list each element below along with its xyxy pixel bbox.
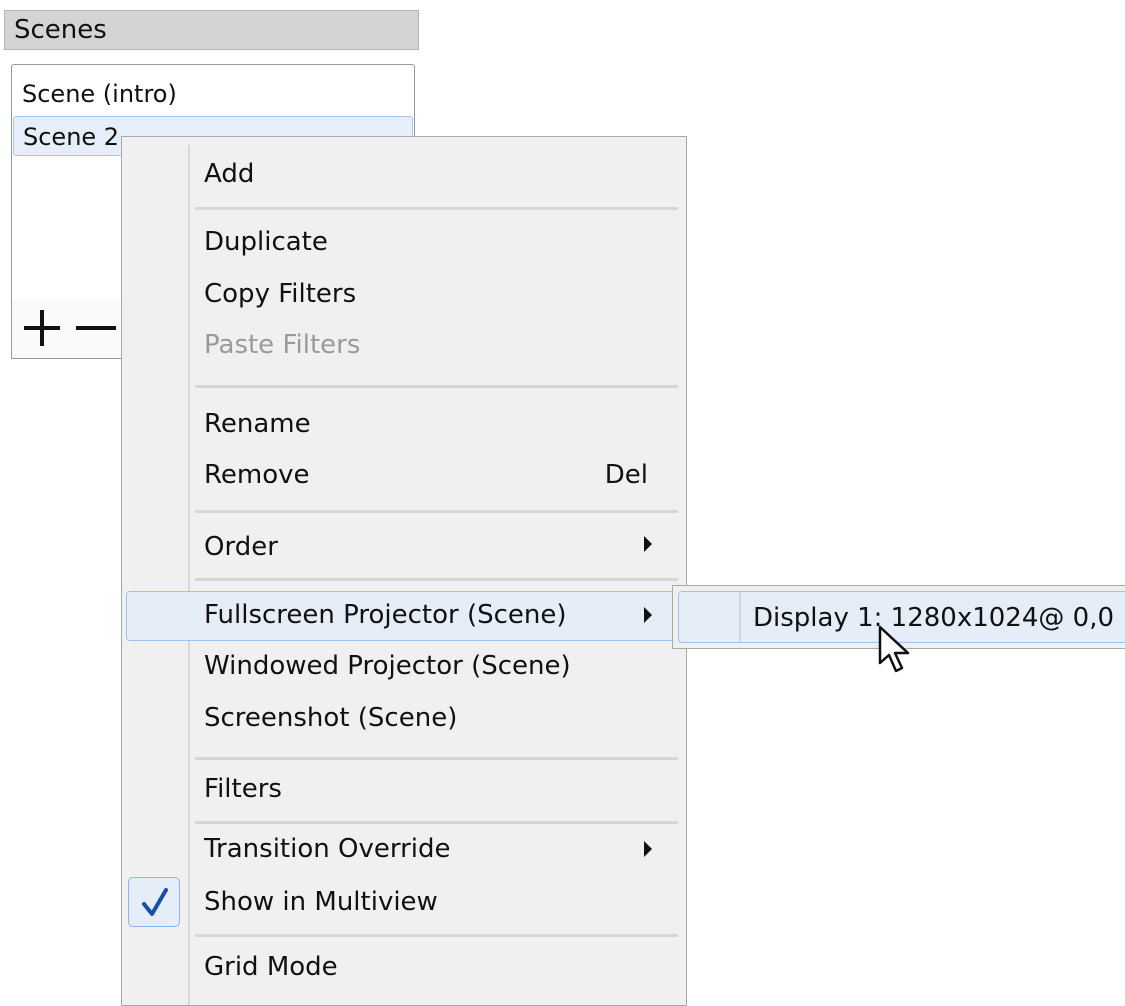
submenu-item-display-1[interactable]: Display 1: 1280x1024@ 0,0 (753, 603, 1114, 633)
menu-item-duplicate[interactable]: Duplicate (204, 227, 648, 257)
fullscreen-projector-submenu-arrow-icon (644, 607, 652, 623)
menu-gutter (188, 145, 190, 1005)
plus-icon (24, 310, 60, 346)
menu-separator (195, 821, 678, 824)
menu-item-remove[interactable]: Remove Del (204, 460, 648, 490)
transition-override-submenu-arrow-icon (644, 841, 652, 857)
add-scene-button[interactable] (16, 300, 66, 356)
remove-scene-button[interactable] (70, 300, 120, 356)
minus-icon (76, 326, 116, 330)
menu-separator (195, 385, 678, 388)
menu-item-copy-filters[interactable]: Copy Filters (204, 279, 648, 309)
order-submenu-arrow-icon (644, 536, 652, 552)
checkmark-icon (142, 888, 168, 916)
menu-separator (195, 510, 678, 513)
menu-item-filters[interactable]: Filters (204, 774, 648, 804)
menu-item-fullscreen-projector[interactable]: Fullscreen Projector (Scene) (204, 600, 648, 630)
scene-item-intro[interactable]: Scene (intro) (13, 74, 413, 114)
multiview-checkbox[interactable] (128, 877, 180, 927)
submenu-gutter (739, 592, 741, 642)
menu-item-remove-label: Remove (204, 460, 310, 490)
menu-item-paste-filters[interactable]: Paste Filters (204, 330, 648, 360)
menu-separator (195, 934, 678, 937)
menu-separator (195, 757, 678, 760)
menu-item-grid-mode[interactable]: Grid Mode (204, 952, 648, 982)
menu-item-add[interactable]: Add (204, 159, 648, 189)
menu-item-show-in-multiview[interactable]: Show in Multiview (204, 887, 648, 917)
menu-item-transition-override[interactable]: Transition Override (204, 834, 648, 864)
menu-item-screenshot[interactable]: Screenshot (Scene) (204, 703, 648, 733)
mouse-cursor-icon (878, 625, 910, 673)
menu-separator (195, 207, 678, 210)
scene-context-menu: Add Duplicate Copy Filters Paste Filters… (121, 136, 687, 1006)
menu-separator (195, 578, 678, 581)
remove-shortcut-label: Del (604, 460, 648, 490)
menu-item-windowed-projector[interactable]: Windowed Projector (Scene) (204, 651, 648, 681)
scenes-dock-title: Scenes (4, 10, 419, 50)
menu-item-rename[interactable]: Rename (204, 409, 648, 439)
menu-item-order[interactable]: Order (204, 532, 648, 562)
